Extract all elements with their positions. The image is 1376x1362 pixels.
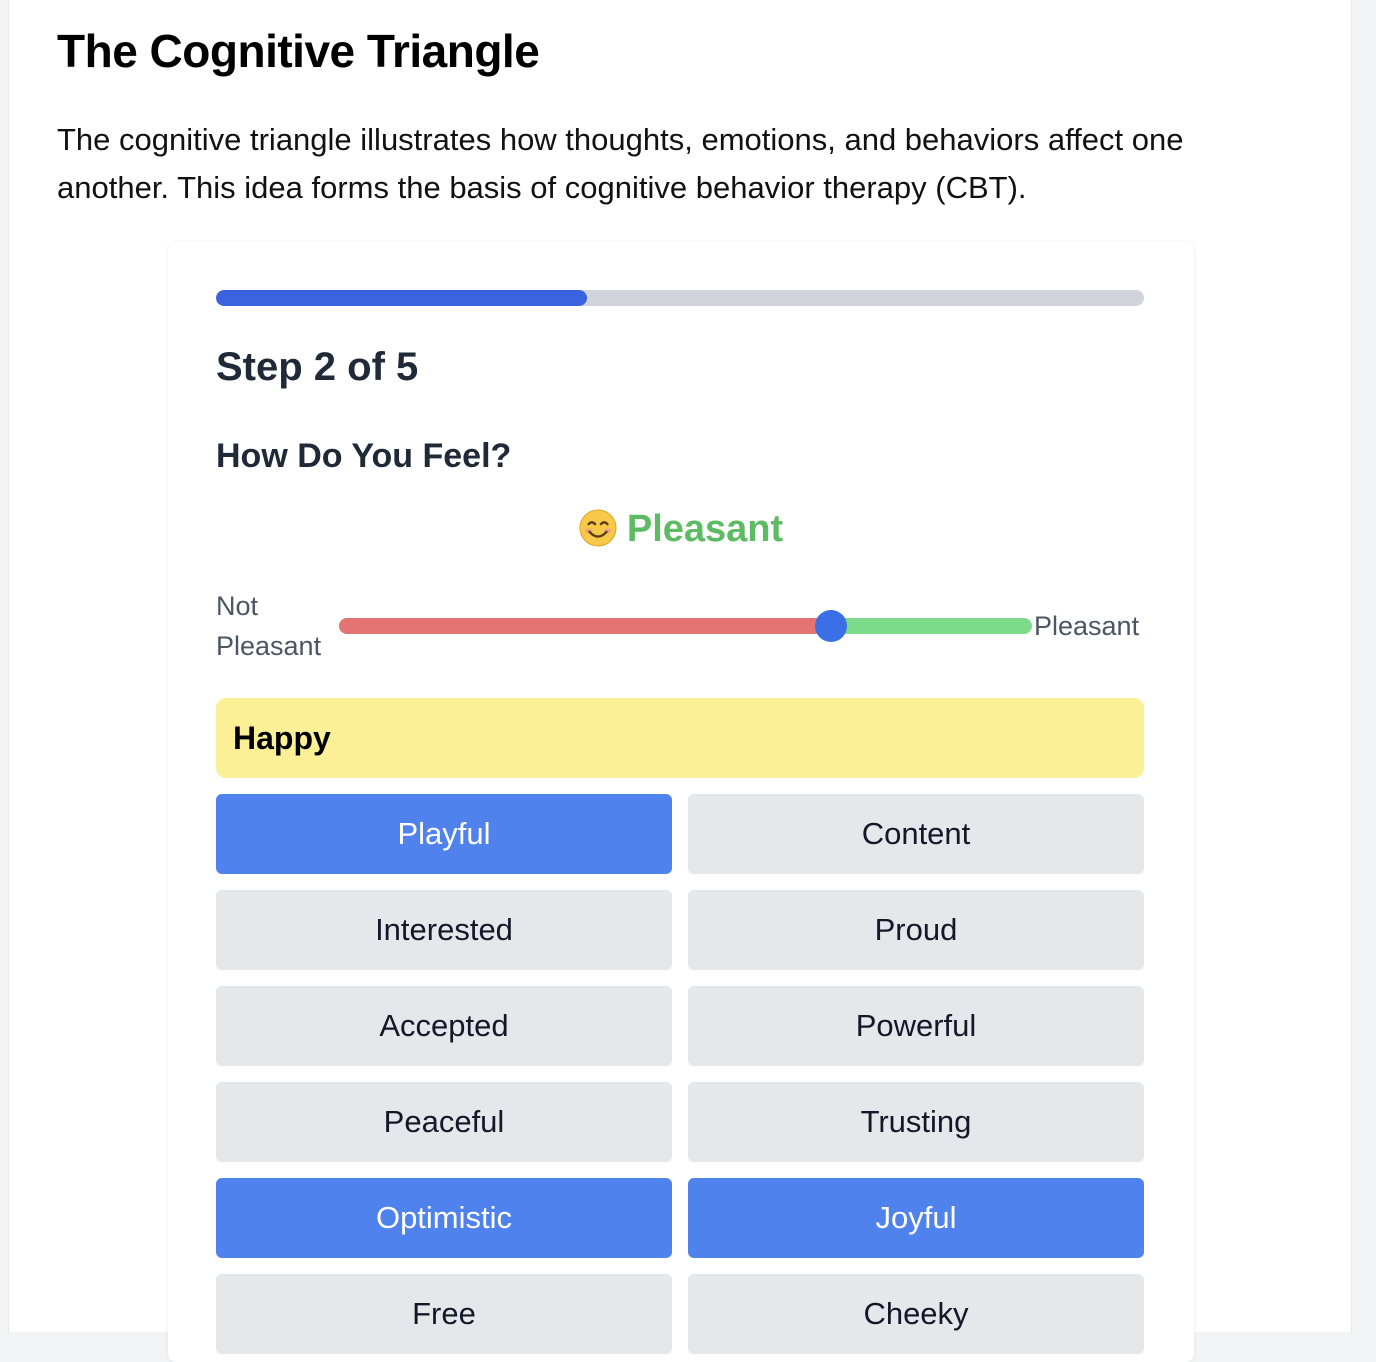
slider-negative-segment (339, 618, 832, 634)
slider-min-label: Not Pleasant (216, 586, 336, 666)
emotion-button-peaceful[interactable]: Peaceful (216, 1082, 672, 1162)
question-heading: How Do You Feel? (216, 437, 512, 475)
pleasantness-slider-thumb[interactable] (815, 610, 848, 642)
smiling-face-icon (579, 509, 617, 547)
page-container: The Cognitive Triangle The cognitive tri… (8, 0, 1352, 1362)
mood-label: Pleasant (626, 508, 784, 550)
slider-max-label: Pleasant (1034, 611, 1140, 641)
emotion-options-grid: Playful Content Interested Proud Accepted Pow… (216, 794, 1144, 1354)
emotion-button-trusting[interactable]: Trusting (688, 1082, 1144, 1162)
emotion-button-proud[interactable]: Proud (688, 890, 1144, 970)
page-title: The Cognitive Triangle (57, 25, 540, 77)
intro-paragraph: The cognitive triangle illustrates how t… (57, 122, 1184, 205)
emotion-button-accepted[interactable]: Accepted (216, 986, 672, 1066)
feelings-wizard-card: Step 2 of 5 How Do You Feel? Pleasant No… (168, 242, 1194, 1362)
emotion-button-powerful[interactable]: Powerful (688, 986, 1144, 1066)
emotion-button-optimistic[interactable]: Optimistic (216, 1178, 672, 1258)
step-indicator: Step 2 of 5 (216, 345, 419, 389)
progress-bar (216, 290, 1144, 306)
slider-min-text: Not Pleasant (216, 591, 322, 661)
emotion-button-interested[interactable]: Interested (216, 890, 672, 970)
mood-display: Pleasant (168, 504, 1194, 554)
emotion-button-free[interactable]: Free (216, 1274, 672, 1354)
progress-bar-fill (216, 290, 588, 306)
emotion-button-joyful[interactable]: Joyful (688, 1178, 1144, 1258)
emotion-button-content[interactable]: Content (688, 794, 1144, 874)
pleasantness-slider-track[interactable] (339, 618, 1032, 634)
emotion-button-playful[interactable]: Playful (216, 794, 672, 874)
emotion-category-header: Happy (216, 698, 1144, 778)
emotion-button-cheeky[interactable]: Cheeky (688, 1274, 1144, 1354)
